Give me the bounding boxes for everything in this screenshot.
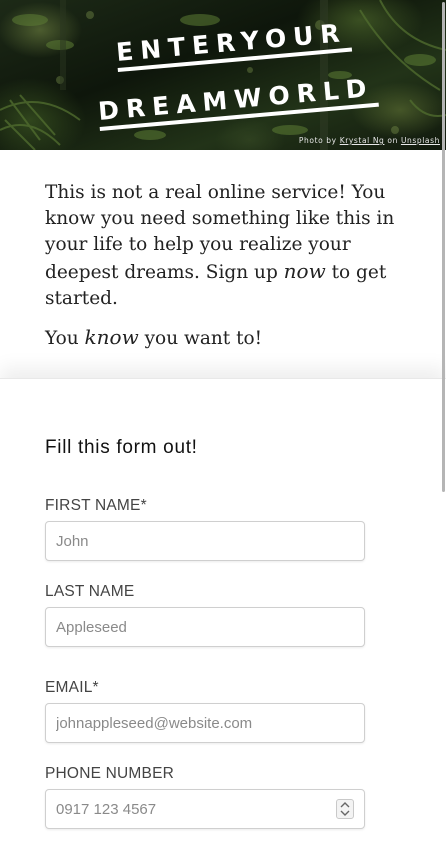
- photo-credit-source-link[interactable]: Unsplash: [401, 136, 440, 145]
- photo-credit-author-link[interactable]: Krystal Ng: [340, 136, 385, 145]
- email-label: EMAIL*: [45, 679, 99, 696]
- spinner-arrows-icon: [340, 802, 350, 816]
- signup-form: Fill this form out! FIRST NAME* LAST NAM…: [0, 378, 446, 841]
- last-name-label: LAST NAME: [45, 583, 135, 600]
- intro-p2-emphasis: know: [84, 325, 139, 349]
- last-name-input[interactable]: [45, 607, 365, 647]
- page-scrollbar[interactable]: [440, 0, 446, 841]
- photo-credit-joiner: on: [387, 136, 398, 145]
- intro-p2-text: You: [45, 328, 85, 349]
- page-scrollbar-thumb[interactable]: [442, 2, 445, 492]
- photo-credit: Photo by Krystal Ng on Unsplash: [299, 136, 440, 145]
- phone-number-label: PHONE NUMBER: [45, 765, 174, 782]
- phone-number-input[interactable]: [45, 789, 365, 829]
- intro-paragraph-1: This is not a real online service! You k…: [45, 180, 401, 312]
- intro-p2-text-end: you want to!: [138, 328, 263, 349]
- intro-paragraph-2: You know you want to!: [45, 324, 401, 352]
- intro-section: This is not a real online service! You k…: [0, 150, 446, 378]
- phone-number-spinner[interactable]: [336, 799, 354, 819]
- first-name-label: FIRST NAME*: [45, 497, 147, 514]
- photo-credit-prefix: Photo by: [298, 136, 337, 145]
- hero-title: ENTERYOUR DREAMWORLD: [0, 0, 446, 150]
- intro-p1-emphasis: now: [283, 259, 326, 283]
- hero-banner: ENTERYOUR DREAMWORLD Photo by Krystal Ng…: [0, 0, 446, 150]
- hero-title-line-1: ENTERYOUR: [115, 18, 353, 72]
- first-name-input[interactable]: [45, 521, 365, 561]
- hero-title-line-2: DREAMWORLD: [97, 73, 380, 131]
- signup-page: ENTERYOUR DREAMWORLD Photo by Krystal Ng…: [0, 0, 446, 841]
- email-input[interactable]: [45, 703, 365, 743]
- form-heading: Fill this form out!: [45, 437, 198, 458]
